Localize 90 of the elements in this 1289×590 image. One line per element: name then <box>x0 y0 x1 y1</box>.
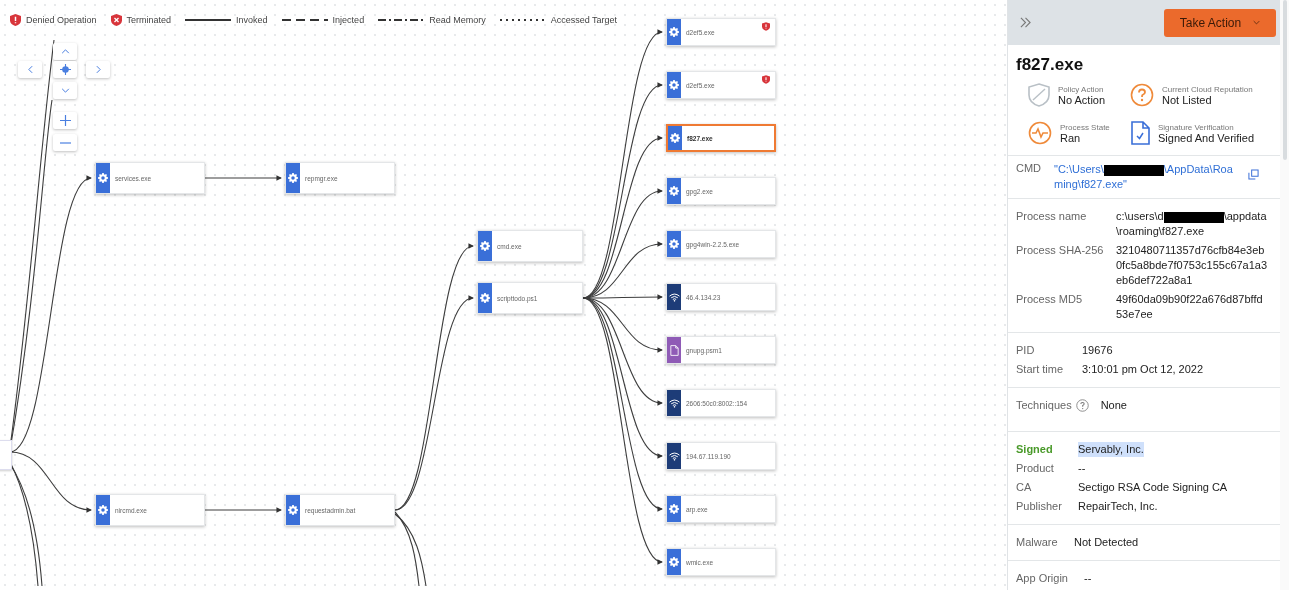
take-action-button[interactable]: Take Action <box>1164 8 1276 37</box>
legend-label: Injected <box>332 15 365 25</box>
document-check-icon <box>1130 121 1150 145</box>
field-label: Process name <box>1016 209 1088 224</box>
pan-left-button[interactable] <box>18 61 42 78</box>
gear-icon <box>669 557 679 567</box>
field-value: Not Detected <box>1074 535 1139 550</box>
double-chevron-icon[interactable] <box>1020 17 1031 28</box>
field-value: 49f60da09b90f22a676d87bffd53e7ee <box>1116 292 1264 322</box>
status-label: Signature Verification <box>1158 122 1235 132</box>
minus-icon <box>59 141 71 144</box>
field-label: Techniques <box>1016 398 1072 413</box>
help-icon[interactable] <box>1075 399 1089 412</box>
status-value: Signed And Verified <box>1158 131 1255 144</box>
field-value: 3:10:01 pm Oct 12, 2022 <box>1082 362 1204 377</box>
field-value: -- <box>1084 571 1092 586</box>
status-label: Process State <box>1060 122 1110 132</box>
field-label: Process MD5 <box>1016 292 1084 307</box>
gear-icon <box>669 239 679 249</box>
field-value: Servably, Inc. <box>1078 442 1144 457</box>
gear-icon <box>669 27 679 37</box>
chevron-left-icon <box>27 65 33 74</box>
question-icon <box>1130 83 1154 107</box>
field-value: None <box>1100 398 1127 413</box>
shield-alert-icon <box>762 22 770 31</box>
legend-label: Read Memory <box>429 15 486 25</box>
gear-icon <box>669 504 679 514</box>
gear-icon <box>98 173 108 183</box>
scrollbar-thumb[interactable] <box>1283 0 1287 160</box>
field-label: PID <box>1016 343 1036 358</box>
status-label: Policy Action <box>1058 84 1105 94</box>
legend-label: Terminated <box>126 15 172 25</box>
shield-icon <box>1028 83 1050 107</box>
zoom-out-button[interactable] <box>53 134 77 151</box>
status-value: Not Listed <box>1162 93 1213 106</box>
wifi-icon <box>668 398 680 408</box>
gear-icon <box>669 186 679 196</box>
pulse-icon <box>1028 121 1052 145</box>
line-style-icon <box>499 18 546 22</box>
field-value: RepairTech, Inc. <box>1078 499 1158 514</box>
document-icon <box>669 344 679 356</box>
field-value: -- <box>1078 461 1086 476</box>
field-value: Sectigo RSA Code Signing CA <box>1078 480 1228 495</box>
field-label: Product <box>1016 461 1055 476</box>
pan-right-button[interactable] <box>86 61 110 78</box>
command-link[interactable]: "C:\Users\ \AppData\Roaming\f827.exe" <box>1054 162 1240 192</box>
crosshair-icon <box>59 64 71 75</box>
legend-label: Denied Operation <box>26 15 97 25</box>
status-value: Ran <box>1060 131 1082 144</box>
graph-node[interactable] <box>0 440 12 470</box>
shield-alert-icon <box>10 14 21 26</box>
gear-icon <box>669 80 679 90</box>
chevron-right-icon <box>95 65 101 74</box>
field-label: Malware <box>1016 535 1059 550</box>
line-style-icon <box>185 18 232 22</box>
line-style-icon <box>378 18 425 22</box>
field-label: CA <box>1016 480 1033 495</box>
gear-icon <box>480 241 490 251</box>
status-value: No Action <box>1058 93 1106 106</box>
open-external-icon[interactable] <box>1248 169 1259 180</box>
field-label: App Origin <box>1016 571 1069 586</box>
shield-x-icon <box>110 14 122 26</box>
gear-icon <box>670 133 680 143</box>
caret-icon <box>1253 20 1261 25</box>
pan-up-button[interactable] <box>53 43 77 60</box>
wifi-icon <box>668 292 680 302</box>
legend-label: Accessed Target <box>550 15 618 25</box>
gear-icon <box>98 505 108 515</box>
process-title: f827.exe <box>1016 55 1085 75</box>
status-label: Current Cloud Reputation <box>1162 84 1253 94</box>
field-label: Start time <box>1016 362 1065 377</box>
shield-alert-icon <box>762 75 770 84</box>
field-label: Signed <box>1016 442 1054 457</box>
chevron-down-icon <box>60 88 70 93</box>
line-style-icon <box>281 18 328 22</box>
wifi-icon <box>668 451 680 461</box>
field-value: 3210480711357d76cfb84e3eb0fc5a8bde7f0753c155c67a1a3eb6def722a8a1 <box>1116 243 1268 288</box>
plus-icon <box>59 115 71 126</box>
field-label: Publisher <box>1016 499 1063 514</box>
legend-label: Invoked <box>236 15 268 25</box>
zoom-in-button[interactable] <box>53 112 77 129</box>
field-label: CMD <box>1016 162 1043 174</box>
field-label: Process SHA-256 <box>1016 243 1105 258</box>
gear-icon <box>288 173 298 183</box>
gear-icon <box>288 505 298 515</box>
field-value: 19676 <box>1082 343 1113 358</box>
recenter-button[interactable] <box>53 61 77 78</box>
gear-icon <box>480 293 490 303</box>
field-value: c:\users\d \appdata\roaming\f827.exe <box>1116 209 1268 239</box>
chevron-up-icon <box>60 49 70 54</box>
